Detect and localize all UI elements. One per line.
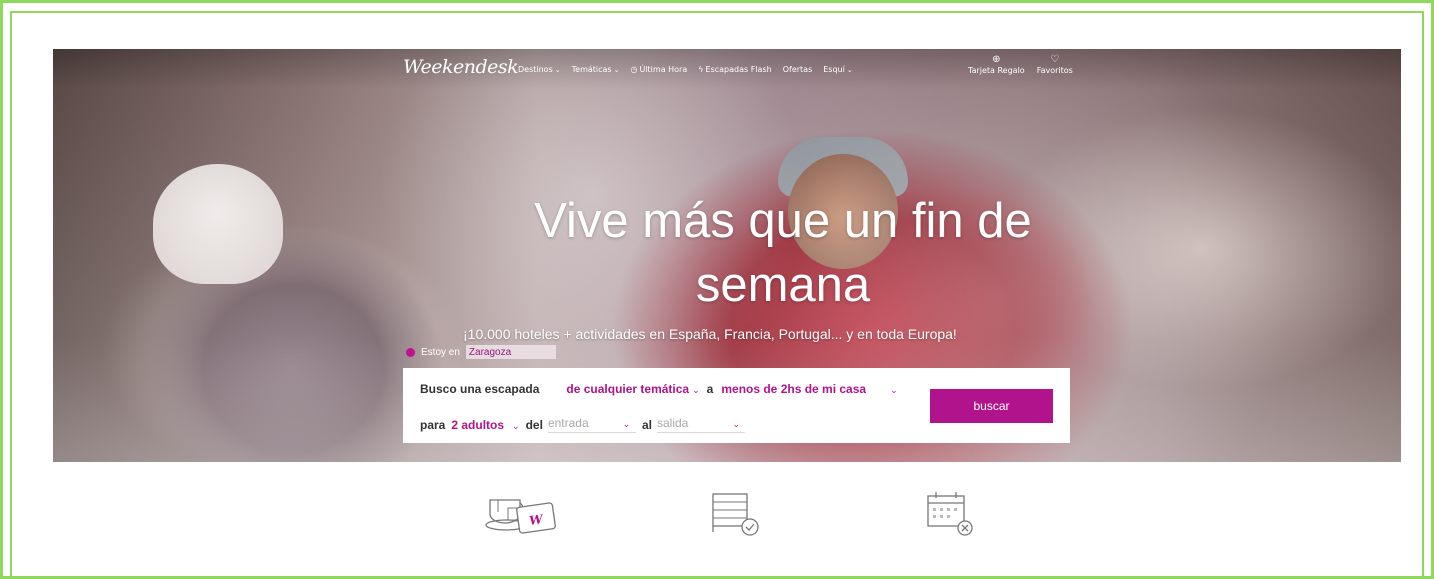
para-label: para — [420, 417, 446, 432]
search-button[interactable]: buscar — [930, 389, 1053, 423]
hero-title: Vive más que un fin de semana — [534, 194, 1032, 312]
search-row-2: para 2 adultos ⌄ del entrada ⌄ al salida ⌄ — [420, 416, 745, 433]
location-pin-icon — [406, 347, 415, 357]
hero-banner: Weekendesk Destinos ⌄ Temáticas ⌄ ◷ Última … — [53, 49, 1401, 462]
chevron-down-icon: ⌄ — [554, 65, 561, 74]
chevron-down-icon: ⌄ — [622, 419, 631, 429]
chevron-down-icon: ⌄ — [613, 65, 620, 74]
chevron-down-icon: ⌄ — [692, 385, 700, 395]
favorites-link[interactable]: ♡ Favoritos — [1037, 54, 1073, 76]
checkin-date-field[interactable]: entrada ⌄ — [547, 416, 636, 433]
lightning-icon: ϟ — [698, 65, 704, 74]
distance-select[interactable]: menos de 2hs de mi casa ⌄ — [721, 382, 897, 396]
heart-icon: ♡ — [1050, 54, 1060, 65]
chevron-down-icon: ⌄ — [846, 65, 853, 74]
location-selector: Estoy en — [406, 345, 556, 359]
gift-voucher-icon: W — [484, 488, 564, 542]
main-nav: Destinos ⌄ Temáticas ⌄ ◷ Última Hora ϟ Escap… — [518, 65, 853, 74]
clock-icon: ◷ — [630, 65, 638, 74]
gift-icon: ⊕ — [992, 54, 1001, 65]
checkout-date-field[interactable]: salida ⌄ — [656, 416, 745, 433]
calendar-cancel-icon — [924, 488, 984, 542]
nav-item-tematicas[interactable]: Temáticas ⌄ — [572, 65, 620, 74]
nav-item-ultima-hora[interactable]: ◷ Última Hora — [630, 65, 687, 74]
adults-select[interactable]: 2 adultos ⌄ — [451, 418, 519, 432]
bed-check-icon — [709, 488, 769, 542]
nav-item-destinos[interactable]: Destinos ⌄ — [518, 65, 561, 74]
top-navigation: Weekendesk Destinos ⌄ Temáticas ⌄ ◷ Última … — [53, 49, 1401, 89]
chevron-down-icon: ⌄ — [732, 419, 740, 429]
features-strip: W — [0, 488, 1434, 548]
al-label: al — [641, 417, 652, 432]
location-input[interactable] — [465, 345, 556, 359]
logo[interactable]: Weekendesk — [403, 56, 519, 78]
nav-item-esqui[interactable]: Esquí ⌄ — [823, 65, 852, 74]
header-utility-links: ⊕ Tarjeta Regalo ♡ Favoritos — [968, 54, 1073, 76]
a-label: a — [706, 382, 714, 396]
gift-card-link[interactable]: ⊕ Tarjeta Regalo — [968, 54, 1025, 76]
nav-item-ofertas[interactable]: Ofertas — [783, 65, 813, 74]
search-box: Busco una escapada de cualquier temática… — [403, 368, 1070, 443]
search-row-1: Busco una escapada de cualquier temática… — [420, 382, 898, 396]
chevron-down-icon: ⌄ — [890, 385, 898, 395]
hero-subtitle: ¡10.000 hoteles + actividades en España,… — [463, 326, 957, 342]
chevron-down-icon: ⌄ — [512, 420, 520, 431]
nav-item-escapadas-flash[interactable]: ϟ Escapadas Flash — [698, 65, 771, 74]
tematica-select[interactable]: de cualquier temática ⌄ — [566, 382, 699, 396]
location-label: Estoy en — [421, 346, 460, 358]
del-label: del — [525, 417, 543, 432]
busco-label: Busco una escapada — [420, 382, 540, 396]
